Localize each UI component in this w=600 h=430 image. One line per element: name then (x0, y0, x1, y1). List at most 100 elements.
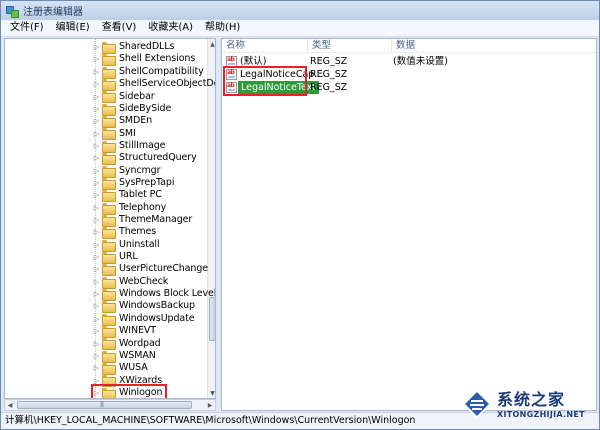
expand-arrow-icon[interactable]: ▷ (93, 140, 100, 152)
tree-item[interactable]: ▷ Telephony (5, 201, 205, 215)
tree-item-label: StillImage (119, 139, 166, 151)
tree-item-label: Syncmgr (119, 164, 161, 176)
registry-editor-icon (5, 4, 19, 18)
menu-help[interactable]: 帮助(H) (199, 20, 246, 36)
scroll-up-arrow-icon[interactable]: ▲ (208, 39, 215, 49)
tree-item[interactable]: ▷ SideBySide (5, 103, 205, 116)
tree-item[interactable]: ▷ StillImage (5, 139, 205, 153)
tree-item[interactable]: ▷ ThemeManager (5, 214, 205, 227)
tree-item[interactable]: ▷ Wordpad (5, 337, 205, 351)
folder-icon (102, 177, 116, 190)
watermark-logo-icon (462, 389, 492, 419)
expand-arrow-icon[interactable]: ▷ (93, 300, 100, 312)
tree-item[interactable]: ▷ SMDEn (5, 115, 205, 129)
expand-arrow-icon[interactable]: ▷ (93, 338, 100, 350)
folder-icon (102, 214, 116, 227)
tree-item-label: SharedDLLs (119, 41, 175, 53)
tree-item[interactable]: ▷ Windows Block Level Bac (5, 288, 215, 301)
tree-item[interactable]: ▷ WebCheck (5, 276, 205, 289)
watermark: 系统之家 XITONGZHIJIA.NET (455, 384, 600, 430)
folder-icon (102, 276, 116, 289)
tree-item[interactable]: ▷ StructuredQuery (5, 152, 205, 166)
expand-arrow-icon[interactable]: ▷ (93, 362, 100, 374)
expand-arrow-icon[interactable]: ▷ (93, 239, 100, 251)
folder-icon (102, 264, 116, 277)
folder-icon (102, 116, 116, 129)
tree-horizontal-scroll-thumb[interactable] (17, 401, 192, 409)
tree-item[interactable]: ▷ Shell Extensions (5, 53, 205, 67)
tree-item[interactable]: ▷ WUSA (5, 362, 205, 376)
tree-item-label: ShellServiceObjectDelayL (119, 78, 215, 90)
expand-arrow-icon[interactable]: ▷ (93, 165, 100, 177)
tree-item[interactable]: ▷ UserPictureChange (5, 263, 208, 277)
tree-vertical-scroll-thumb[interactable] (209, 297, 215, 341)
tree-item-label: Sidebar (119, 90, 155, 102)
tree-item[interactable]: ▷ Syncmgr (5, 164, 205, 178)
tree-item-label: URL (119, 251, 138, 263)
expand-arrow-icon[interactable]: ▷ (93, 41, 100, 53)
menu-view[interactable]: 查看(V) (96, 20, 143, 36)
expand-arrow-icon[interactable]: ▷ (93, 325, 100, 337)
tree-item[interactable]: ▷ ShellCompatibility (5, 65, 205, 79)
column-header-data[interactable]: 数据 (392, 39, 596, 53)
expand-arrow-icon[interactable]: ▷ (93, 202, 100, 214)
column-header-row: 名称 类型 数据 (222, 39, 596, 53)
registry-values-list[interactable]: 名称 类型 数据 ab (默认) REG_SZ (数值未设置) ab Legal… (221, 38, 597, 411)
expand-arrow-icon[interactable]: ▷ (93, 350, 100, 362)
highlight-box-winlogon (91, 383, 167, 398)
expand-arrow-icon[interactable]: ▷ (93, 103, 100, 115)
value-type: REG_SZ (310, 69, 348, 80)
expand-arrow-icon[interactable]: ▷ (93, 189, 100, 201)
tree-item[interactable]: ▷ WINEVT (5, 325, 205, 339)
tree-item[interactable]: ▷ Uninstall (5, 238, 205, 252)
menu-edit[interactable]: 编辑(E) (50, 20, 96, 36)
scroll-right-arrow-icon[interactable]: ▶ (205, 400, 215, 410)
scroll-grip-icon: ||| (100, 401, 104, 408)
expand-arrow-icon[interactable]: ▷ (93, 313, 100, 325)
value-type: REG_SZ (310, 82, 348, 93)
tree-item[interactable]: ▷ URL (5, 251, 205, 264)
tree-item[interactable]: ▷ Tablet PC (5, 189, 205, 203)
folder-icon (102, 338, 116, 351)
scroll-down-arrow-icon[interactable]: ▼ (208, 388, 215, 398)
folder-icon (102, 91, 116, 104)
menu-favorites[interactable]: 收藏夹(A) (142, 20, 199, 36)
tree-item[interactable]: ▷ Sidebar (5, 90, 205, 104)
tree-horizontal-scrollbar[interactable]: ◀ ||| ▶ (4, 399, 216, 411)
tree-item[interactable]: ▷ WSMAN (5, 350, 205, 363)
tree-item[interactable]: ▷ WindowsUpdate (5, 313, 205, 326)
tree-item[interactable]: ▷ ShellServiceObjectDelayL (5, 78, 215, 92)
expand-arrow-icon[interactable]: ▷ (93, 226, 100, 238)
expand-arrow-icon[interactable]: ▷ (93, 251, 100, 263)
tree-item-label: WUSA (119, 362, 148, 374)
menu-file[interactable]: 文件(F) (4, 20, 50, 36)
tree-item[interactable]: ▷ SharedDLLs (5, 41, 205, 54)
expand-arrow-icon[interactable]: ▷ (93, 78, 100, 90)
tree-vertical-scrollbar[interactable]: ▲ ▼ (207, 39, 215, 398)
tree-item[interactable]: ▷ WindowsBackup (5, 300, 205, 314)
expand-arrow-icon[interactable]: ▷ (93, 214, 100, 226)
tree-item-label: Telephony (119, 201, 167, 213)
registry-key-tree[interactable]: ▲ ▼ ▷ SharedDLLs ▷ Shell Extensions ▷ ShellCo… (4, 38, 216, 399)
expand-arrow-icon[interactable]: ▷ (93, 91, 100, 103)
expand-arrow-icon[interactable]: ▷ (93, 276, 100, 288)
expand-arrow-icon[interactable]: ▷ (93, 115, 100, 127)
tree-item[interactable]: ▷ SMI (5, 127, 205, 141)
column-header-name[interactable]: 名称 (222, 39, 308, 53)
tree-item-label: Uninstall (119, 238, 160, 250)
expand-arrow-icon[interactable]: ▷ (93, 263, 100, 275)
expand-arrow-icon[interactable]: ▷ (93, 177, 100, 189)
expand-arrow-icon[interactable]: ▷ (93, 288, 100, 300)
expand-arrow-icon[interactable]: ▷ (93, 152, 100, 164)
column-header-type[interactable]: 类型 (308, 39, 392, 53)
tree-item-label: Shell Extensions (119, 53, 196, 65)
expand-arrow-icon[interactable]: ▷ (93, 53, 100, 65)
expand-arrow-icon[interactable]: ▷ (93, 128, 100, 140)
expand-arrow-icon[interactable]: ▷ (93, 66, 100, 78)
scroll-left-arrow-icon[interactable]: ◀ (5, 400, 15, 410)
tree-item[interactable]: ▷ SysPrepTapi (5, 177, 205, 190)
folder-icon (102, 66, 116, 79)
title-bar[interactable]: 注册表编辑器 (1, 1, 599, 20)
tree-item[interactable]: ▷ Themes (5, 226, 205, 240)
tree-item-label: ShellCompatibility (119, 65, 204, 77)
